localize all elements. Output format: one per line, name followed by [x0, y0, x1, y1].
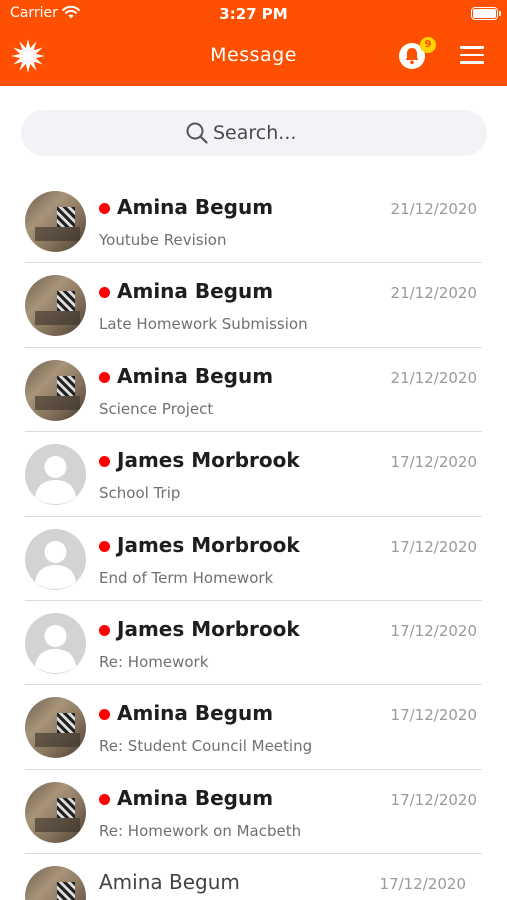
- avatar: [25, 275, 86, 337]
- sender-name: Amina Begum: [117, 785, 274, 810]
- battery-icon: [471, 7, 501, 20]
- message-date: 17/12/2020: [390, 621, 477, 640]
- message-date: 21/12/2020: [390, 200, 477, 218]
- sender-name: James Morbrook: [117, 532, 300, 557]
- avatar: [25, 191, 86, 252]
- sender-name: Amina Begum: [117, 701, 274, 726]
- notification-badge: 9: [420, 37, 436, 53]
- message-date: 21/12/2020: [390, 284, 477, 303]
- unread-dot-icon: [99, 287, 110, 299]
- sender-name: Amina Begum: [117, 195, 274, 219]
- search-bar[interactable]: [21, 110, 487, 156]
- avatar: [25, 612, 86, 674]
- message-row[interactable]: James Morbrook 17/12/2020 End of Term Ho…: [0, 517, 507, 601]
- message-date: 17/12/2020: [379, 875, 466, 894]
- message-row[interactable]: Amina Begum 17/12/2020: [0, 854, 507, 900]
- avatar: [25, 444, 86, 506]
- avatar: [25, 781, 86, 843]
- message-row[interactable]: James Morbrook 17/12/2020 School Trip: [0, 432, 507, 517]
- message-subject: School Trip: [99, 484, 181, 503]
- app-header: Carrier 3:27 PM Message 9: [0, 0, 507, 86]
- avatar: [25, 528, 86, 590]
- avatar: [25, 359, 86, 421]
- message-list: Amina Begum 21/12/2020 Youtube Revision …: [0, 179, 507, 900]
- unread-dot-icon: [99, 793, 110, 805]
- sender-name: Amina Begum: [117, 363, 274, 388]
- message-row[interactable]: Amina Begum 21/12/2020 Late Homework Sub…: [0, 263, 507, 348]
- default-user-icon: [25, 528, 86, 590]
- message-subject: Late Homework Submission: [99, 315, 308, 334]
- avatar: [25, 866, 86, 900]
- default-user-icon: [25, 444, 86, 506]
- message-row[interactable]: Amina Begum 21/12/2020 Youtube Revision: [0, 179, 507, 264]
- message-subject: Re: Homework: [99, 652, 209, 671]
- message-date: 21/12/2020: [390, 368, 477, 387]
- message-date: 17/12/2020: [390, 790, 477, 809]
- message-subject: Re: Student Council Meeting: [99, 737, 313, 756]
- default-user-icon: [25, 612, 86, 674]
- search-icon: [186, 122, 208, 144]
- sender-name: Amina Begum: [117, 279, 274, 304]
- avatar: [25, 697, 86, 759]
- message-row[interactable]: James Morbrook 17/12/2020 Re: Homework: [0, 601, 507, 686]
- message-date: 17/12/2020: [390, 537, 477, 556]
- sender-name: James Morbrook: [117, 616, 300, 641]
- message-subject: End of Term Homework: [99, 568, 274, 587]
- sender-name: James Morbrook: [117, 448, 300, 473]
- hamburger-menu-icon[interactable]: [460, 46, 484, 64]
- unread-dot-icon: [99, 203, 110, 214]
- unread-dot-icon: [99, 709, 110, 721]
- message-date: 17/12/2020: [390, 706, 477, 725]
- message-date: 17/12/2020: [390, 453, 477, 472]
- search-input[interactable]: [213, 119, 413, 147]
- message-row[interactable]: Amina Begum 21/12/2020 Science Project: [0, 348, 507, 433]
- unread-dot-icon: [99, 624, 110, 636]
- message-subject: Science Project: [99, 399, 214, 418]
- sender-name: Amina Begum: [99, 870, 240, 895]
- message-row[interactable]: Amina Begum 17/12/2020 Re: Student Counc…: [0, 685, 507, 770]
- status-bar: Carrier 3:27 PM: [0, 0, 507, 28]
- unread-dot-icon: [99, 540, 110, 552]
- message-row[interactable]: Amina Begum 17/12/2020 Re: Homework on M…: [0, 770, 507, 855]
- unread-dot-icon: [99, 456, 110, 468]
- unread-dot-icon: [99, 371, 110, 383]
- status-time: 3:27 PM: [219, 5, 288, 23]
- message-subject: Youtube Revision: [99, 231, 227, 249]
- message-subject: Re: Homework on Macbeth: [99, 821, 302, 840]
